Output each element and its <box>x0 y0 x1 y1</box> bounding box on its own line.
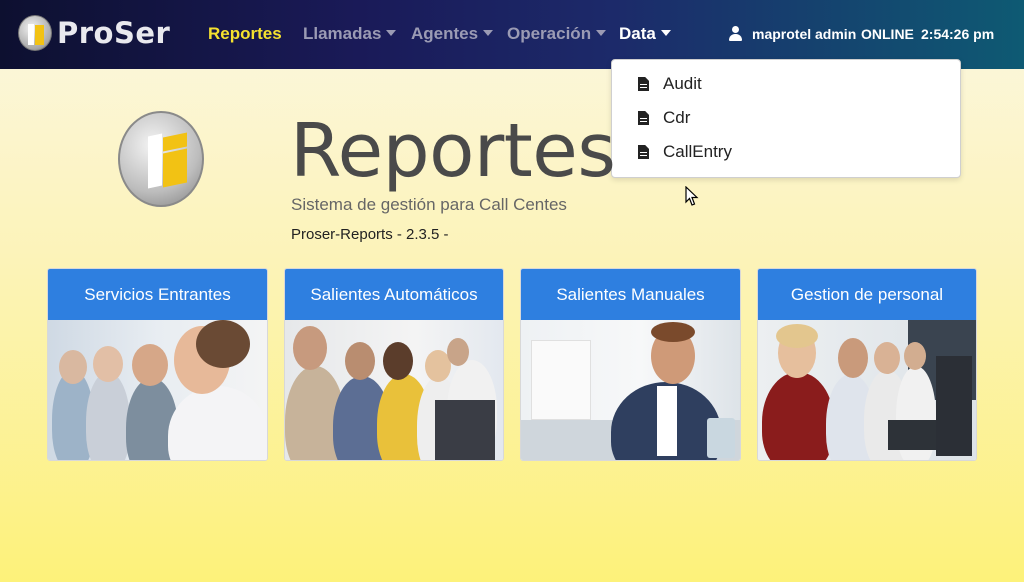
status-badge: ONLINE <box>861 26 914 42</box>
nav-item-label: Llamadas <box>303 24 382 43</box>
card-title[interactable]: Salientes Automáticos <box>285 269 503 320</box>
nav-item-operacion[interactable]: Operación <box>507 24 607 44</box>
proser-large-logo <box>118 111 204 207</box>
menu-item-cdr[interactable]: Cdr <box>638 106 690 130</box>
file-icon <box>638 145 649 159</box>
clock-time: 2:54:26 pm <box>921 26 995 42</box>
card-gestion-de-personal[interactable]: Gestion de personal <box>757 268 977 461</box>
file-icon <box>638 77 649 91</box>
menu-item-label: CallEntry <box>663 142 732 161</box>
page-title: Reportes <box>290 108 616 194</box>
nav-item-llamadas[interactable]: Llamadas <box>303 24 397 44</box>
version-label: Proser-Reports - 2.3.5 - <box>291 226 449 243</box>
proser-logo-icon <box>18 15 52 51</box>
caret-down-icon <box>596 30 607 36</box>
nav-item-agentes[interactable]: Agentes <box>411 24 494 44</box>
outbound-agents-image <box>285 320 503 460</box>
page-subtitle: Sistema de gestión para Call Centes <box>291 195 567 214</box>
data-dropdown-menu: Audit Cdr CallEntry <box>611 59 961 178</box>
menu-item-audit[interactable]: Audit <box>638 72 702 96</box>
nav-item-label: Data <box>619 24 656 43</box>
nav-item-label: Operación <box>507 24 592 43</box>
menu-item-label: Cdr <box>663 108 691 127</box>
card-salientes-automaticos[interactable]: Salientes Automáticos <box>284 268 504 461</box>
user-icon <box>729 26 742 41</box>
brand-link[interactable]: ProSer <box>18 15 170 51</box>
nav-item-label: Reportes <box>208 24 282 43</box>
call-center-agents-image <box>48 320 267 460</box>
manual-agent-image <box>521 320 740 460</box>
mouse-cursor-icon <box>685 186 699 206</box>
card-salientes-manuales[interactable]: Salientes Manuales <box>520 268 741 461</box>
caret-down-icon <box>660 30 671 36</box>
card-title[interactable]: Salientes Manuales <box>521 269 740 320</box>
file-icon <box>638 111 649 125</box>
card-title[interactable]: Gestion de personal <box>758 269 976 320</box>
menu-item-label: Audit <box>663 74 702 93</box>
brand-name: ProSer <box>57 16 171 50</box>
caret-down-icon <box>386 30 397 36</box>
menu-item-callentry[interactable]: CallEntry <box>638 140 732 164</box>
caret-down-icon <box>483 30 494 36</box>
staff-management-image <box>758 320 976 460</box>
nav-item-reportes[interactable]: Reportes <box>208 24 282 44</box>
nav-item-data[interactable]: Data <box>619 24 671 44</box>
card-servicios-entrantes[interactable]: Servicios Entrantes <box>47 268 268 461</box>
nav-item-label: Agentes <box>411 24 479 43</box>
card-title[interactable]: Servicios Entrantes <box>48 269 267 320</box>
user-name[interactable]: maprotel admin <box>752 26 856 42</box>
